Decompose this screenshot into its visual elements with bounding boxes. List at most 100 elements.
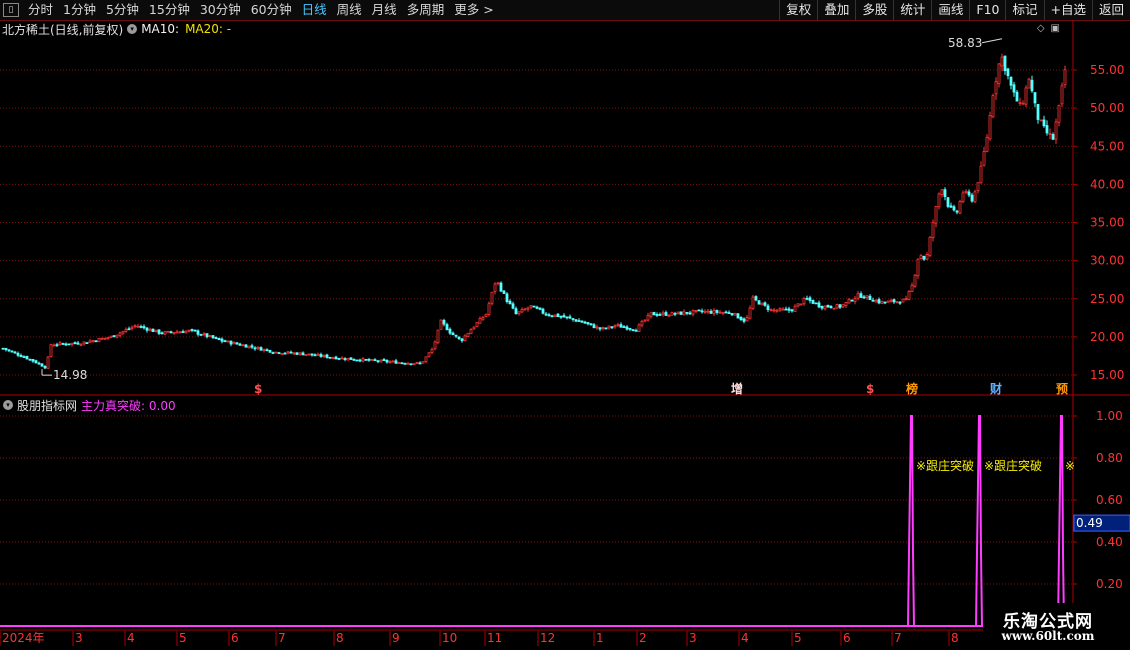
candle-body	[46, 356, 50, 369]
candle-body	[490, 291, 494, 304]
candle-body	[415, 362, 419, 364]
candle-body	[586, 322, 590, 325]
candle-body	[619, 324, 623, 328]
candle-body	[610, 326, 614, 329]
high-label: 58.83	[948, 36, 982, 50]
candle-body	[403, 362, 407, 365]
time-label: 3	[75, 631, 83, 645]
indicator-source[interactable]: 股朋指标网	[17, 397, 77, 414]
candle-body	[25, 356, 29, 360]
candle-body	[1036, 104, 1040, 120]
candle-body	[442, 319, 446, 325]
candle-body	[721, 311, 725, 314]
candle-body	[598, 327, 602, 330]
candle-body	[274, 351, 278, 354]
candle-body	[841, 304, 845, 308]
candle-body	[784, 308, 788, 311]
candle-body	[394, 360, 398, 364]
candle-body	[517, 311, 521, 315]
candle-body	[73, 342, 77, 345]
candle-body	[16, 352, 20, 356]
candle-body	[238, 343, 242, 346]
candle-body	[865, 295, 869, 298]
candle-body	[1063, 69, 1067, 86]
candle-body	[355, 359, 359, 362]
candle-body	[859, 293, 863, 298]
time-label: 4	[741, 631, 749, 645]
candle-body	[1, 347, 5, 350]
candle-body	[1045, 125, 1049, 134]
candle-body	[253, 347, 257, 350]
candle-body	[466, 332, 470, 337]
chart-canvas[interactable]: 55.00 50.00 45.00 40.00 35.00 30.00 25.00 20.00…	[0, 0, 1130, 650]
candle-body	[19, 354, 23, 358]
candle-body	[52, 344, 56, 347]
candle-body	[271, 352, 275, 354]
candle-body	[898, 301, 902, 304]
candle-body	[28, 358, 32, 361]
candle-body	[280, 353, 284, 355]
candle-body	[157, 329, 161, 334]
candle-body	[88, 340, 92, 343]
candle-body	[691, 310, 695, 315]
indicator-circle-icon[interactable]: ▾	[3, 400, 13, 410]
candle-body	[628, 327, 632, 330]
candle-body	[688, 312, 692, 315]
candle-body	[928, 236, 932, 256]
candle-body	[529, 305, 533, 308]
main-chart-title: 北方稀土(日线,前复权) ▾ MA10: MA20: -	[2, 21, 231, 37]
stock-name[interactable]: 北方稀土(日线,前复权)	[2, 21, 123, 38]
candle-body	[43, 365, 47, 369]
candle-body	[523, 308, 527, 311]
time-label: 11	[487, 631, 502, 645]
candle-body	[589, 323, 593, 326]
candle-body	[496, 282, 500, 285]
candle-body	[769, 309, 773, 311]
candle-body	[451, 332, 455, 336]
candle-body	[1057, 104, 1061, 123]
candle-body	[829, 305, 833, 309]
candle-body	[169, 331, 173, 334]
candle-body	[943, 189, 947, 198]
candle-body	[241, 344, 245, 347]
candle-body	[973, 191, 977, 203]
candle-body	[454, 334, 458, 337]
candle-body	[166, 330, 170, 333]
candle-body	[202, 333, 206, 336]
candle-body	[217, 337, 221, 341]
signal-label: ※跟庄突破	[916, 458, 974, 473]
candle-body	[718, 311, 722, 314]
candle-body	[856, 293, 860, 299]
candle-body	[556, 313, 560, 318]
diamond-icon[interactable]: ◇	[1037, 23, 1045, 34]
candle-body	[118, 332, 122, 336]
candle-body	[922, 255, 926, 260]
window-toggle-icon[interactable]: ▣	[1051, 23, 1060, 34]
candle-body	[100, 337, 104, 340]
candle-body	[358, 359, 362, 362]
candle-body	[196, 330, 200, 335]
candle-body	[286, 351, 290, 354]
candle-body	[214, 337, 218, 339]
candle-body	[805, 297, 809, 300]
time-label: 9	[392, 631, 400, 645]
price-tick-label: 25.00	[1090, 292, 1124, 306]
settings-circle-icon[interactable]: ▾	[127, 24, 138, 34]
candle-body	[871, 299, 875, 302]
candle-body	[949, 205, 953, 208]
candle-body	[436, 329, 440, 344]
candle-body	[592, 324, 596, 329]
candle-body	[145, 327, 149, 331]
candle-body	[301, 352, 305, 356]
candle-body	[328, 356, 332, 359]
candle-body	[64, 343, 68, 346]
candle-body	[706, 310, 710, 313]
candle-body	[550, 315, 554, 318]
candle-body	[907, 290, 911, 300]
candle-body	[781, 308, 785, 311]
candle-body	[226, 340, 230, 343]
candle-body	[862, 296, 866, 299]
candle-body	[148, 328, 152, 332]
candle-body	[697, 309, 701, 312]
ma10-label: MA10:	[141, 22, 180, 36]
